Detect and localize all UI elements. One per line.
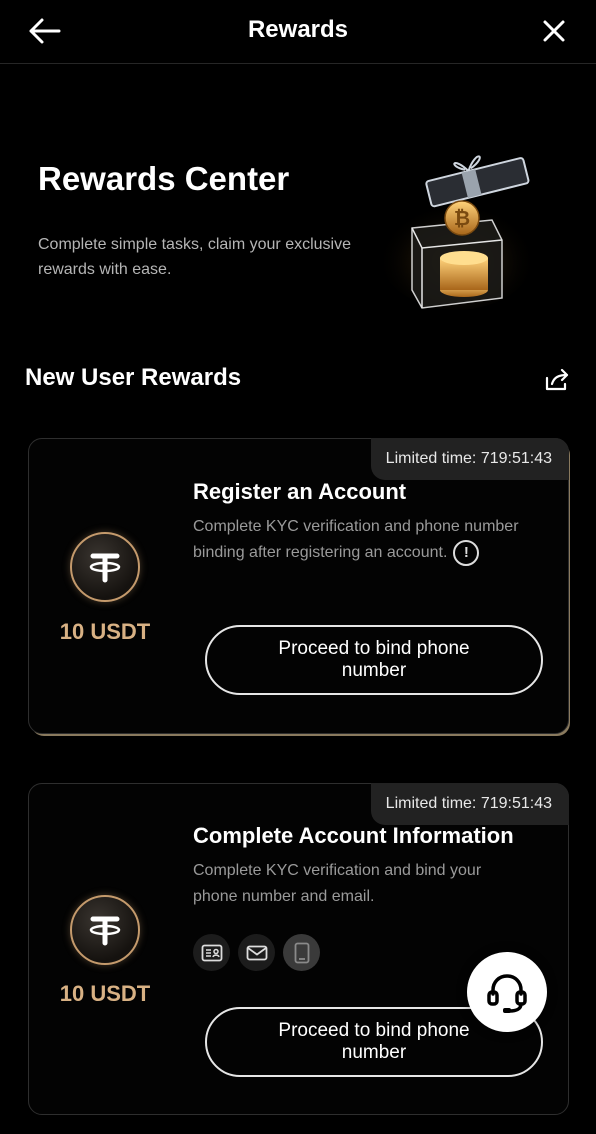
- hero-subtitle: Complete simple tasks, claim your exclus…: [38, 236, 351, 278]
- tether-icon: [70, 532, 140, 602]
- close-button[interactable]: [534, 12, 574, 50]
- task-description: Complete KYC verification and bind your …: [193, 862, 482, 905]
- reward-card-register: Limited time: 719:51:43 10 USDT Register…: [28, 438, 569, 734]
- top-bar: Rewards: [0, 0, 596, 64]
- task-title: Register an Account: [193, 479, 407, 504]
- phone-icon: [283, 934, 320, 971]
- share-button[interactable]: [540, 364, 574, 396]
- reward-amount: 10 USDT: [59, 619, 151, 644]
- section-title: New User Rewards: [25, 364, 242, 391]
- tether-icon: [70, 895, 140, 965]
- task-title: Complete Account Information: [193, 823, 514, 848]
- limited-time-badge: Limited time: 719:51:43: [370, 438, 569, 480]
- mail-icon: [238, 934, 275, 971]
- id-card-icon: [193, 934, 230, 971]
- close-icon: [543, 20, 565, 42]
- svg-text:₿: ₿: [454, 206, 470, 230]
- page-title: Rewards: [247, 16, 349, 43]
- info-icon[interactable]: !: [453, 540, 480, 566]
- reward-amount: 10 USDT: [59, 981, 151, 1006]
- task-description: Complete KYC verification and phone numb…: [193, 514, 523, 566]
- share-icon: [545, 368, 569, 391]
- reward-card-account-info: Limited time: 719:51:43 10 USDT Complete…: [28, 783, 569, 1115]
- headset-icon: [487, 974, 527, 1013]
- verification-status-icons: [193, 934, 320, 971]
- customer-support-button[interactable]: [467, 952, 547, 1032]
- hero-title: Rewards Center: [38, 160, 290, 197]
- bind-phone-button[interactable]: Proceed to bind phone number: [205, 625, 543, 695]
- limited-time-badge: Limited time: 719:51:43: [370, 783, 569, 825]
- gift-box-bitcoin-icon: ₿: [372, 140, 542, 315]
